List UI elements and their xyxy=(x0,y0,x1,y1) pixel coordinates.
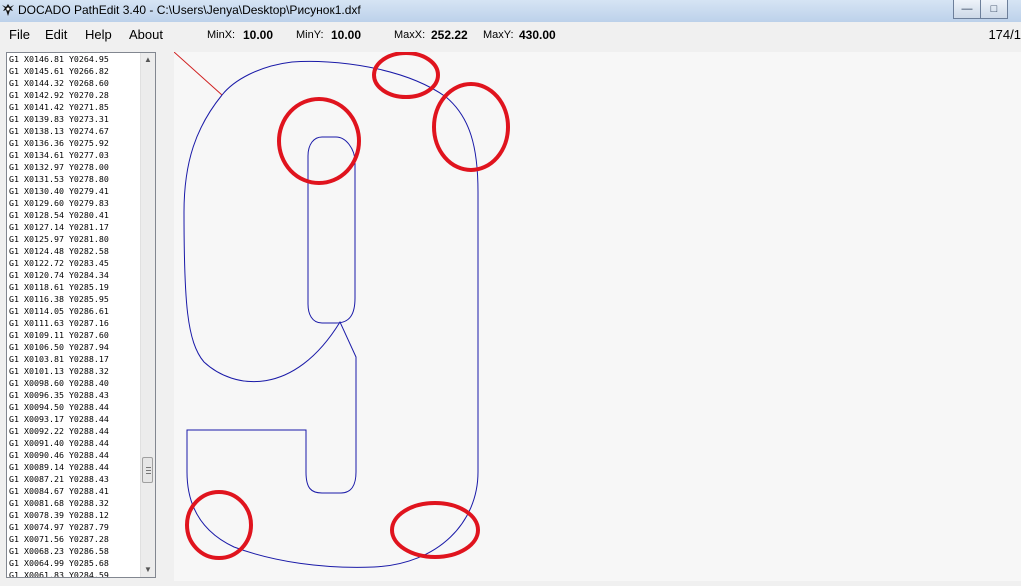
gcode-line[interactable]: G1 X0111.63 Y0287.16 xyxy=(9,317,143,329)
title-bar[interactable]: DOCADO PathEdit 3.40 - C:\Users\Jenya\De… xyxy=(0,0,1021,22)
minimize-button[interactable]: — xyxy=(953,0,981,19)
highlight-right xyxy=(432,82,510,172)
lead-in-line xyxy=(173,51,223,96)
gcode-line[interactable]: G1 X0114.05 Y0286.61 xyxy=(9,305,143,317)
vertical-scrollbar[interactable]: ▲ ▼ xyxy=(140,53,155,577)
gcode-line[interactable]: G1 X0116.38 Y0285.95 xyxy=(9,293,143,305)
gcode-line[interactable]: G1 X0078.39 Y0288.12 xyxy=(9,509,143,521)
path-drawing xyxy=(173,51,510,568)
maximize-button[interactable]: □ xyxy=(980,0,1008,19)
gcode-line[interactable]: G1 X0134.61 Y0277.03 xyxy=(9,149,143,161)
highlight-top xyxy=(372,51,440,99)
menu-help[interactable]: Help xyxy=(85,27,112,42)
scroll-thumb[interactable] xyxy=(142,457,153,483)
maximize-icon: □ xyxy=(990,3,998,15)
gcode-line[interactable]: G1 X0139.83 Y0273.31 xyxy=(9,113,143,125)
gcode-line[interactable]: G1 X0094.50 Y0288.44 xyxy=(9,401,143,413)
maxy-label: MaxY: xyxy=(483,29,514,41)
menu-edit[interactable]: Edit xyxy=(45,27,67,42)
gcode-line[interactable]: G1 X0122.72 Y0283.45 xyxy=(9,257,143,269)
app-logo-icon xyxy=(2,4,14,16)
gcode-line[interactable]: G1 X0061.83 Y0284.59 xyxy=(9,569,143,577)
window-title: DOCADO PathEdit 3.40 - C:\Users\Jenya\De… xyxy=(18,3,361,17)
gcode-line[interactable]: G1 X0125.97 Y0281.80 xyxy=(9,233,143,245)
gcode-line[interactable]: G1 X0071.56 Y0287.28 xyxy=(9,533,143,545)
maxx-value: 252.22 xyxy=(431,28,468,42)
highlight-bottom-left xyxy=(185,490,253,560)
gcode-line[interactable]: G1 X0103.81 Y0288.17 xyxy=(9,353,143,365)
gcode-line[interactable]: G1 X0087.21 Y0288.43 xyxy=(9,473,143,485)
minx-value: 10.00 xyxy=(243,28,274,42)
miny-value: 10.00 xyxy=(331,28,362,42)
minx-label: MinX: xyxy=(207,29,236,41)
gcode-line[interactable]: G1 X0106.50 Y0287.94 xyxy=(9,341,143,353)
gcode-line[interactable]: G1 X0146.81 Y0264.95 xyxy=(9,53,143,65)
menu-file[interactable]: File xyxy=(9,27,30,42)
gcode-line[interactable]: G1 X0144.32 Y0268.60 xyxy=(9,77,143,89)
gcode-lines: G1 X0146.81 Y0264.95 G1 X0145.61 Y0266.82… xyxy=(9,53,143,577)
gcode-line[interactable]: G1 X0124.48 Y0282.58 xyxy=(9,245,143,257)
gcode-line[interactable]: G1 X0090.46 Y0288.44 xyxy=(9,449,143,461)
gcode-line[interactable]: G1 X0131.53 Y0278.80 xyxy=(9,173,143,185)
gcode-line[interactable]: G1 X0109.11 Y0287.60 xyxy=(9,329,143,341)
inner-contour xyxy=(307,136,356,324)
highlight-inner-top xyxy=(277,97,361,185)
gcode-listbox[interactable]: G1 X0146.81 Y0264.95 G1 X0145.61 Y0266.82… xyxy=(6,52,156,578)
miny-label: MinY: xyxy=(296,29,324,41)
gcode-line[interactable]: G1 X0064.99 Y0285.68 xyxy=(9,557,143,569)
gcode-line[interactable]: G1 X0068.23 Y0286.58 xyxy=(9,545,143,557)
gcode-line[interactable]: G1 X0128.54 Y0280.41 xyxy=(9,209,143,221)
gcode-line[interactable]: G1 X0074.97 Y0287.79 xyxy=(9,521,143,533)
gcode-line[interactable]: G1 X0081.68 Y0288.32 xyxy=(9,497,143,509)
maxx-label: MaxX: xyxy=(394,29,426,41)
gcode-line[interactable]: G1 X0142.92 Y0270.28 xyxy=(9,89,143,101)
gcode-line[interactable]: G1 X0096.35 Y0288.43 xyxy=(9,389,143,401)
gcode-line[interactable]: G1 X0127.14 Y0281.17 xyxy=(9,221,143,233)
gcode-line[interactable]: G1 X0129.60 Y0279.83 xyxy=(9,197,143,209)
drawing-canvas[interactable] xyxy=(173,51,1021,581)
gcode-line[interactable]: G1 X0118.61 Y0285.19 xyxy=(9,281,143,293)
gcode-line[interactable]: G1 X0084.67 Y0288.41 xyxy=(9,485,143,497)
gcode-line[interactable]: G1 X0141.42 Y0271.85 xyxy=(9,101,143,113)
gcode-line[interactable]: G1 X0130.40 Y0279.41 xyxy=(9,185,143,197)
gcode-line[interactable]: G1 X0132.97 Y0278.00 xyxy=(9,161,143,173)
gcode-line[interactable]: G1 X0091.40 Y0288.44 xyxy=(9,437,143,449)
gcode-line[interactable]: G1 X0120.74 Y0284.34 xyxy=(9,269,143,281)
scroll-up-icon[interactable]: ▲ xyxy=(141,53,155,67)
gcode-line[interactable]: G1 X0136.36 Y0275.92 xyxy=(9,137,143,149)
menu-about[interactable]: About xyxy=(129,27,163,42)
gcode-line[interactable]: G1 X0098.60 Y0288.40 xyxy=(9,377,143,389)
gcode-line[interactable]: G1 X0138.13 Y0274.67 xyxy=(9,125,143,137)
scroll-down-icon[interactable]: ▼ xyxy=(141,563,155,577)
gcode-line[interactable]: G1 X0101.13 Y0288.32 xyxy=(9,365,143,377)
minimize-icon: — xyxy=(961,3,973,15)
gcode-line[interactable]: G1 X0089.14 Y0288.44 xyxy=(9,461,143,473)
segment-counter: 174/1 xyxy=(988,27,1021,42)
gcode-line[interactable]: G1 X0145.61 Y0266.82 xyxy=(9,65,143,77)
gcode-line[interactable]: G1 X0093.17 Y0288.44 xyxy=(9,413,143,425)
menu-bar: File Edit Help About MinX: 10.00 MinY: 1… xyxy=(0,22,1021,46)
gcode-line[interactable]: G1 X0092.22 Y0288.44 xyxy=(9,425,143,437)
maxy-value: 430.00 xyxy=(519,28,556,42)
